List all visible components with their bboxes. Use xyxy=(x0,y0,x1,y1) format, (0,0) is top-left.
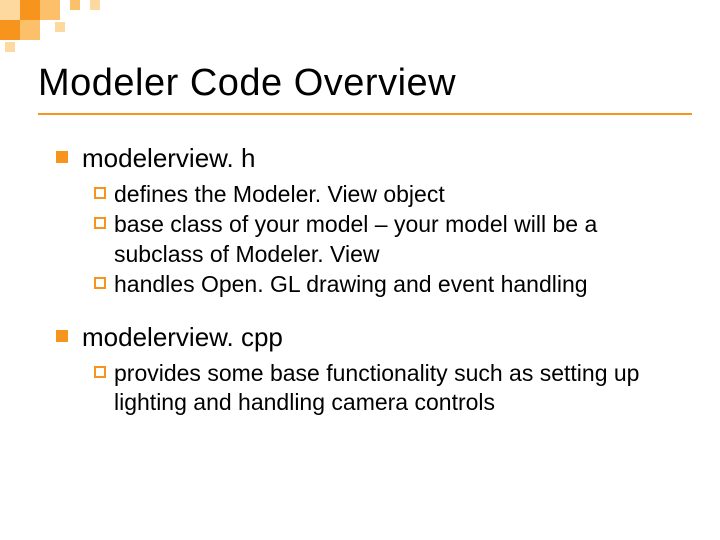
slide-content: modelerview. h defines the Modeler. View… xyxy=(0,115,720,418)
list-item: handles Open. GL drawing and event handl… xyxy=(94,270,680,299)
bullet-square-hollow-icon xyxy=(94,366,106,378)
list-item-text: defines the Modeler. View object xyxy=(114,180,680,209)
bullet-square-hollow-icon xyxy=(94,187,106,199)
corner-decoration xyxy=(0,0,160,50)
list-item-text: provides some base functionality such as… xyxy=(114,359,680,418)
section-heading: modelerview. h xyxy=(82,143,255,174)
list-item: provides some base functionality such as… xyxy=(94,359,680,418)
bullet-square-solid-icon xyxy=(56,330,68,342)
section: modelerview. cpp provides some base func… xyxy=(56,322,680,418)
list-item-text: base class of your model – your model wi… xyxy=(114,210,680,269)
list-item: base class of your model – your model wi… xyxy=(94,210,680,269)
section: modelerview. h defines the Modeler. View… xyxy=(56,143,680,300)
list-item: defines the Modeler. View object xyxy=(94,180,680,209)
section-heading: modelerview. cpp xyxy=(82,322,283,353)
bullet-square-hollow-icon xyxy=(94,217,106,229)
list-item-text: handles Open. GL drawing and event handl… xyxy=(114,270,680,299)
bullet-square-solid-icon xyxy=(56,151,68,163)
bullet-square-hollow-icon xyxy=(94,277,106,289)
